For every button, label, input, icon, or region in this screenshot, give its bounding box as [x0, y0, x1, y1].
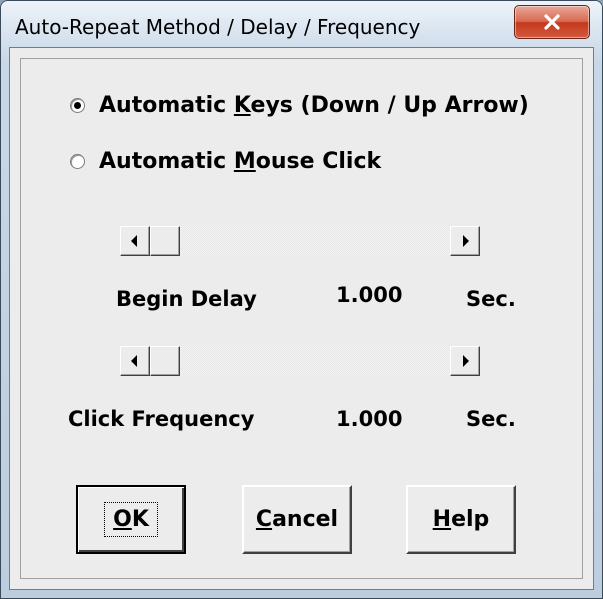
begin-delay-scroll-right-button[interactable] [450, 226, 480, 256]
begin-delay-value: 1.000 [336, 283, 403, 307]
begin-delay-scrollbar[interactable] [120, 226, 480, 256]
help-button-label: Help [432, 507, 490, 532]
begin-delay-scroll-left-button[interactable] [120, 226, 150, 256]
dialog-window: Auto-Repeat Method / Delay / Frequency A… [0, 0, 603, 599]
click-frequency-scrollbar[interactable] [120, 346, 480, 376]
close-icon [543, 14, 561, 30]
ok-button[interactable]: OK [76, 485, 186, 554]
radio-automatic-keys[interactable]: Automatic Keys (Down / Up Arrow) [70, 88, 529, 122]
window-title: Auto-Repeat Method / Delay / Frequency [15, 15, 421, 39]
arrow-left-icon [131, 352, 139, 371]
cancel-button-label: Cancel [255, 507, 339, 532]
dialog-client-area: Automatic Keys (Down / Up Arrow) Automat… [9, 47, 594, 590]
help-button[interactable]: Help [406, 485, 516, 554]
click-frequency-label: Click Frequency [68, 407, 255, 431]
radio-label-automatic-keys: Automatic Keys (Down / Up Arrow) [99, 92, 529, 118]
radio-label-automatic-mouse-click: Automatic Mouse Click [99, 148, 382, 174]
click-frequency-scroll-left-button[interactable] [120, 346, 150, 376]
arrow-right-icon [461, 352, 469, 371]
begin-delay-label: Begin Delay [116, 287, 257, 311]
begin-delay-unit: Sec. [466, 287, 516, 311]
arrow-left-icon [131, 232, 139, 251]
click-frequency-value: 1.000 [336, 407, 403, 431]
click-frequency-scroll-right-button[interactable] [450, 346, 480, 376]
radio-button-checked[interactable] [70, 97, 85, 113]
radio-button-unchecked[interactable] [70, 153, 85, 169]
radio-automatic-mouse-click[interactable]: Automatic Mouse Click [70, 144, 381, 178]
close-button[interactable] [514, 5, 590, 39]
cancel-button[interactable]: Cancel [242, 485, 352, 554]
begin-delay-scroll-thumb[interactable] [150, 226, 180, 256]
click-frequency-unit: Sec. [466, 407, 516, 431]
click-frequency-scroll-thumb[interactable] [150, 346, 180, 376]
ok-button-label: OK [104, 502, 158, 537]
arrow-right-icon [461, 232, 469, 251]
